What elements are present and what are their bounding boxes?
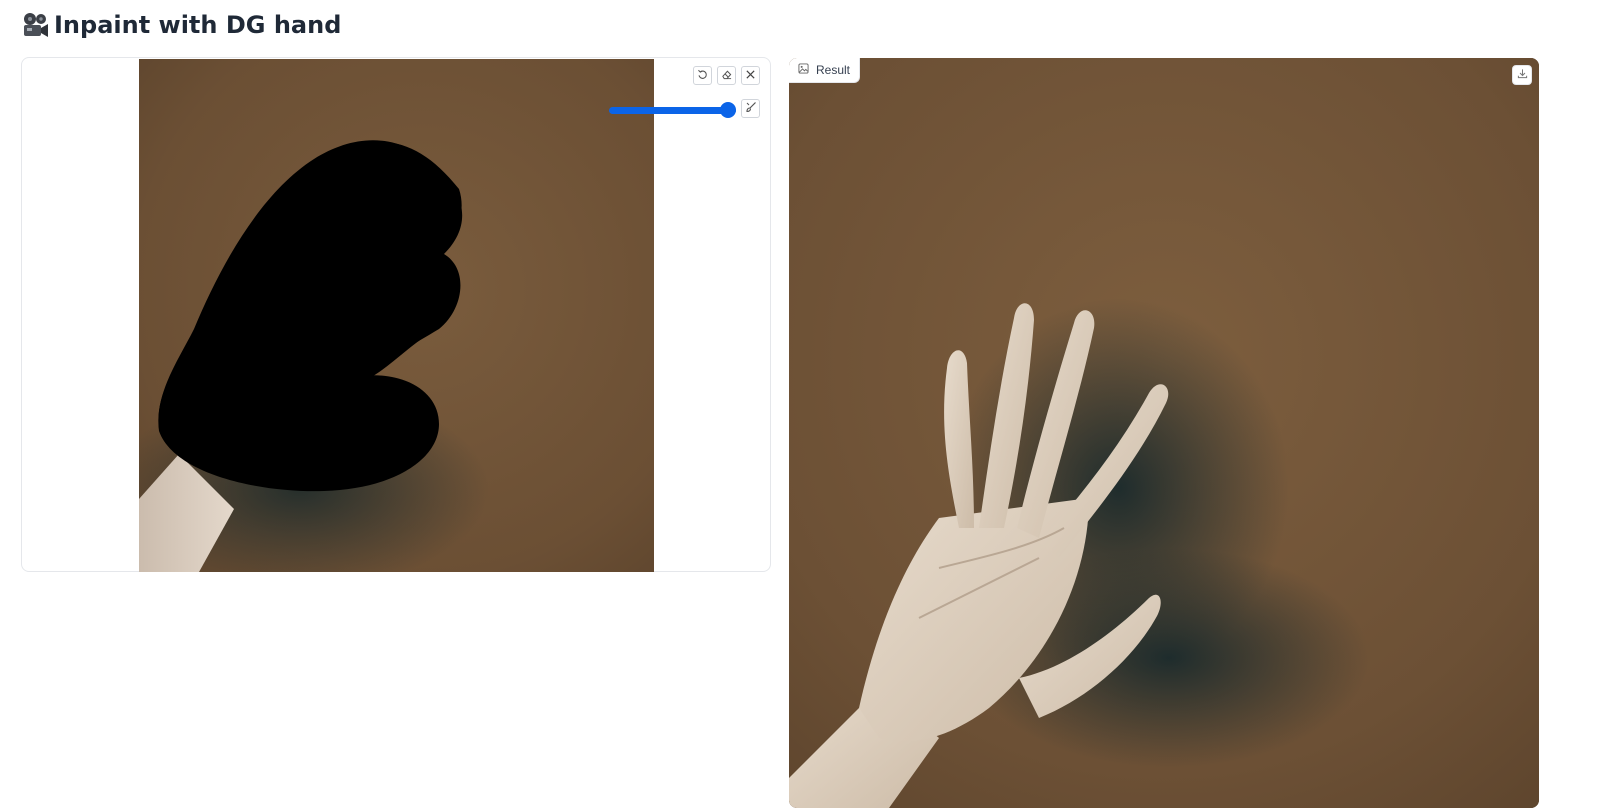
result-label: Result <box>789 58 861 83</box>
page-title: Inpaint with DG hand <box>20 7 341 43</box>
page-title-text: Inpaint with DG hand <box>54 11 342 39</box>
brush-icon <box>745 100 757 118</box>
close-icon <box>745 67 756 85</box>
clear-button[interactable] <box>741 66 760 85</box>
download-icon <box>1517 66 1528 84</box>
brush-size-slider[interactable] <box>609 102 736 118</box>
mask-canvas[interactable] <box>139 59 654 572</box>
result-image <box>789 58 1539 808</box>
image-icon <box>798 63 809 77</box>
undo-button[interactable] <box>693 66 712 85</box>
slider-thumb[interactable] <box>720 102 736 118</box>
eraser-button[interactable] <box>717 66 736 85</box>
movie-camera-icon <box>20 10 50 40</box>
eraser-icon <box>721 67 732 85</box>
download-button[interactable] <box>1512 65 1532 85</box>
brush-button[interactable] <box>741 99 760 118</box>
slider-track <box>609 107 736 114</box>
undo-icon <box>697 67 708 85</box>
result-label-text: Result <box>816 63 851 77</box>
